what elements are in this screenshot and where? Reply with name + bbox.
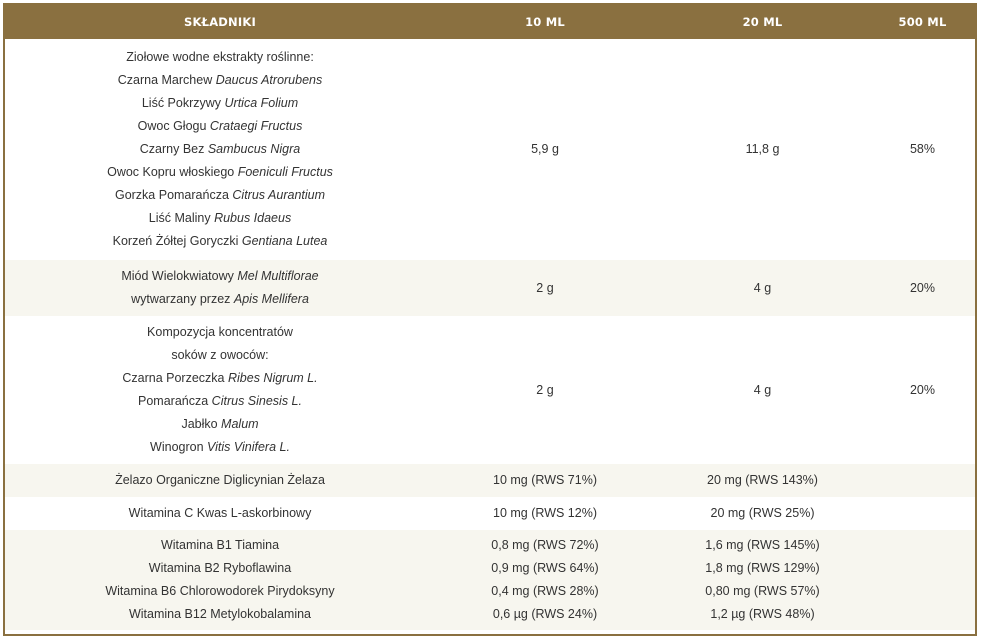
table-row: Ziołowe wodne ekstrakty roślinne: Czarna … [5, 39, 975, 260]
value-line [870, 502, 975, 525]
header-500ml: 500 ML [870, 5, 975, 39]
latin-name: Urtica Folium [224, 96, 299, 110]
table-row: Kompozycja koncentratów soków z owoców: Cz… [5, 316, 975, 464]
value-cell-ml10: 2 g [435, 260, 655, 316]
value-cell-ml20: 4 g [655, 316, 870, 464]
ingredient-cell: Żelazo Organiczne Diglicynian Żelaza [5, 464, 435, 497]
ingredient-line: Jabłko Malum [181, 417, 259, 431]
value-line: 20 mg (RWS 143%) [707, 473, 818, 487]
table-body: Ziołowe wodne ekstrakty roślinne: Czarna … [5, 39, 975, 630]
ingredient-line: Kompozycja koncentratów [147, 325, 293, 339]
value-cell-ml20: 1,6 mg (RWS 145%) 1,8 mg (RWS 129%) 0,80 m… [655, 530, 870, 630]
value-cell-ml10: 2 g [435, 316, 655, 464]
header-ingredients: SKŁADNIKI [5, 5, 435, 39]
ingredient-line: Witamina B1 Tiamina [160, 538, 280, 552]
ingredient-cell: Witamina C Kwas L-askorbinowy [5, 497, 435, 530]
value-line: 5,9 g [531, 142, 559, 156]
latin-name: Foeniculi Fructus [237, 165, 333, 179]
value-cell-ml500: 20% [870, 316, 975, 464]
value-cell-ml20: 11,8 g [655, 39, 870, 260]
latin-name: Daucus Atrorubens [215, 73, 323, 87]
latin-name: Sambucus Nigra [207, 142, 301, 156]
ingredient-line: Pomarańcza Citrus Sinesis L. [138, 394, 302, 408]
value-line: 0,80 mg (RWS 57%) [705, 584, 820, 598]
ingredient-cell: Kompozycja koncentratów soków z owoców: Cz… [5, 316, 435, 464]
latin-name: Gentiana Lutea [241, 234, 328, 248]
value-line: 20% [909, 280, 936, 295]
ingredient-line: Gorzka Pomarańcza Citrus Aurantium [114, 188, 326, 202]
value-line: 0,8 mg (RWS 72%) [491, 538, 599, 552]
latin-name: Citrus Sinesis L. [211, 394, 302, 408]
value-line: 2 g [536, 280, 554, 295]
ingredient-line: Żelazo Organiczne Diglicynian Żelaza [115, 473, 325, 487]
ingredient-line: Korzeń Żółtej Goryczki Gentiana Lutea [112, 234, 328, 248]
ingredient-line: Owoc Kopru włoskiego Foeniculi Fructus [107, 165, 333, 179]
value-line: 0,6 µg (RWS 24%) [492, 607, 598, 621]
value-cell-ml10: 5,9 g [435, 39, 655, 260]
value-line: 0,4 mg (RWS 28%) [491, 584, 599, 598]
value-line: 11,8 g [745, 142, 780, 156]
header-10ml: 10 ML [435, 5, 655, 39]
ingredient-line: Czarny Bez Sambucus Nigra [139, 142, 301, 156]
latin-name: Citrus Aurantium [232, 188, 326, 202]
ingredient-line: wytwarzany przez Apis Mellifera [131, 292, 309, 306]
value-line: 0,9 mg (RWS 64%) [491, 561, 599, 575]
ingredient-cell: Miód Wielokwiatowy Mel Multiflorae wytwar… [5, 260, 435, 316]
table-row: Witamina C Kwas L-askorbinowy 10 mg (RWS … [5, 497, 975, 530]
ingredient-line: Czarna Porzeczka Ribes Nigrum L. [122, 371, 318, 385]
latin-name: Ribes Nigrum L. [227, 371, 318, 385]
value-line: 4 g [753, 382, 772, 397]
value-line: 1,2 µg (RWS 48%) [710, 607, 815, 621]
ingredients-table: SKŁADNIKI 10 ML 20 ML 500 ML Ziołowe wod… [5, 5, 975, 630]
ingredient-line: Winogron Vitis Vinifera L. [150, 440, 290, 454]
header-20ml: 20 ML [655, 5, 870, 39]
ingredient-line: Liść Maliny Rubus Idaeus [148, 211, 292, 225]
latin-name: Vitis Vinifera L. [207, 440, 290, 454]
value-cell-ml10: 0,8 mg (RWS 72%) 0,9 mg (RWS 64%) 0,4 mg (… [435, 530, 655, 630]
value-line [870, 569, 975, 592]
value-line [870, 469, 975, 492]
latin-name: Mel Multiflorae [237, 269, 319, 283]
value-cell-ml500: 58% [870, 39, 975, 260]
ingredient-line: Witamina B12 Metylokobalamina [128, 607, 312, 621]
value-line: 10 mg (RWS 12%) [493, 506, 597, 520]
ingredient-line: Witamina B6 Chlorowodorek Pirydoksyny [105, 584, 335, 598]
value-cell-ml500: 20% [870, 260, 975, 316]
latin-name: Rubus Idaeus [214, 211, 292, 225]
value-cell-ml500 [870, 464, 975, 497]
ingredient-line: Owoc Głogu Crataegi Fructus [137, 119, 303, 133]
value-line: 1,8 mg (RWS 129%) [705, 561, 820, 575]
ingredient-line: Witamina C Kwas L-askorbinowy [128, 506, 312, 520]
ingredient-line: Czarna Marchew Daucus Atrorubens [117, 73, 323, 87]
ingredient-line: Miód Wielokwiatowy Mel Multiflorae [121, 269, 319, 283]
value-line: 58% [909, 142, 936, 156]
latin-name: Crataegi Fructus [209, 119, 303, 133]
table-row: Żelazo Organiczne Diglicynian Żelaza 10 m… [5, 464, 975, 497]
value-cell-ml10: 10 mg (RWS 71%) [435, 464, 655, 497]
ingredient-cell: Ziołowe wodne ekstrakty roślinne: Czarna … [5, 39, 435, 260]
latin-name: Apis Mellifera [233, 292, 309, 306]
ingredient-cell: Witamina B1 Tiamina Witamina B2 Ryboflawi… [5, 530, 435, 630]
table-row: Witamina B1 Tiamina Witamina B2 Ryboflawi… [5, 530, 975, 630]
ingredient-line: Witamina B2 Ryboflawina [148, 561, 292, 575]
value-line: 2 g [536, 382, 554, 397]
ingredients-table-frame: SKŁADNIKI 10 ML 20 ML 500 ML Ziołowe wod… [3, 3, 977, 636]
ingredient-line: Ziołowe wodne ekstrakty roślinne: [126, 50, 314, 64]
value-cell-ml20: 4 g [655, 260, 870, 316]
value-line: 4 g [753, 280, 772, 295]
value-line: 20% [909, 382, 936, 397]
value-cell-ml20: 20 mg (RWS 25%) [655, 497, 870, 530]
value-line: 1,6 mg (RWS 145%) [705, 538, 820, 552]
table-header-row: SKŁADNIKI 10 ML 20 ML 500 ML [5, 5, 975, 39]
value-cell-ml10: 10 mg (RWS 12%) [435, 497, 655, 530]
value-line: 20 mg (RWS 25%) [710, 506, 815, 520]
value-cell-ml20: 20 mg (RWS 143%) [655, 464, 870, 497]
value-cell-ml500 [870, 497, 975, 530]
latin-name: Malum [221, 417, 259, 431]
value-line: 10 mg (RWS 71%) [493, 473, 597, 487]
ingredient-line: Liść Pokrzywy Urtica Folium [141, 96, 299, 110]
ingredient-line: soków z owoców: [171, 348, 269, 362]
table-row: Miód Wielokwiatowy Mel Multiflorae wytwar… [5, 260, 975, 316]
value-cell-ml500 [870, 530, 975, 630]
